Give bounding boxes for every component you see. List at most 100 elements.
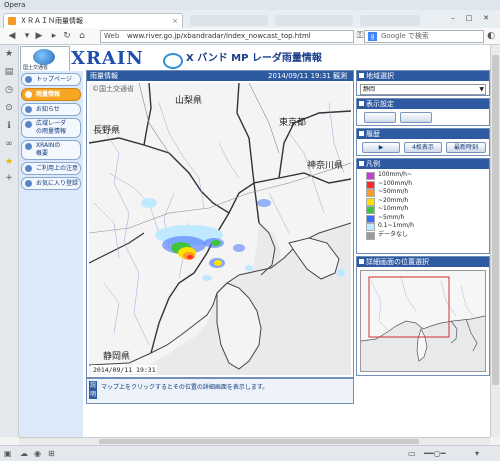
view-icon[interactable]: ⊞ <box>48 449 55 458</box>
browser-side-panel: ★ ▤ ◷ ⊙ ℹ ∞ ★ + <box>0 45 19 437</box>
menu-label: トップページ <box>36 76 72 83</box>
note-tag: 説明 <box>89 381 97 399</box>
notes-icon[interactable]: ▤ <box>4 67 14 77</box>
tab-title: ＸＲＡＩＮ雨量情報 <box>20 17 83 25</box>
menu-label: お気に入り登録 <box>36 180 79 187</box>
menu-wide-radar[interactable]: 広域レーダ の雨量情報 <box>21 118 81 138</box>
menu-bullet-icon <box>25 180 32 187</box>
close-icon[interactable]: ✕ <box>479 13 493 23</box>
add-panel-icon[interactable]: + <box>4 173 14 183</box>
region-panel: 地域選択 静岡 ▼ <box>356 70 490 96</box>
xrain-swirl-icon <box>163 53 183 69</box>
home-icon[interactable]: ⌂ <box>76 30 88 42</box>
menu-xrain-overview[interactable]: XRAINの 概要 <box>21 140 81 160</box>
vertical-scroll-thumb[interactable] <box>492 55 499 385</box>
navigation-bar: ◀ ▾ ▶ ▸ ↻ ⌂ Web www.river.go.jp/xbandrad… <box>0 28 500 45</box>
map-timestamp: 2014/09/11 19:31 <box>93 366 156 374</box>
legend-label: 0.1~1mm/h <box>378 222 414 229</box>
zoom-slider[interactable]: ━━○━ <box>424 449 445 458</box>
display-settings-title: 表示設定 <box>357 99 489 109</box>
address-web-label: Web <box>104 32 120 40</box>
maximize-icon[interactable]: □ <box>462 13 476 23</box>
fast-forward-icon[interactable]: ▸ <box>48 30 60 42</box>
cloud-icon[interactable]: ☁ <box>20 449 28 458</box>
legend-label: ~100mm/h <box>378 179 412 187</box>
rainfall-map-panel: 雨量情報 2014/09/11 19:31 観測 山梨県 長野県 東京都 神奈川… <box>86 70 354 378</box>
menu-bullet-icon <box>25 121 32 128</box>
menu-usage-notes[interactable]: ご利用上の注意 <box>21 162 81 175</box>
legend-item: ~100mm/h <box>360 180 486 189</box>
menu-label: 雨量情報 <box>36 91 61 98</box>
back-icon[interactable]: ◀ <box>6 30 18 42</box>
search-field[interactable]: g Google で検索 <box>364 30 484 43</box>
turbo-icon[interactable]: ◉ <box>34 449 41 458</box>
left-menu: トップページ 雨量情報 お知らせ 広域レーダ の雨量情報 XRAINの 概要 ご… <box>21 73 81 192</box>
menu-bullet-icon <box>25 91 32 98</box>
menu-bullet-icon <box>25 106 32 113</box>
menu-bullet-icon <box>25 143 32 150</box>
reload-icon[interactable]: ↻ <box>61 30 73 42</box>
tab-blurred[interactable] <box>360 15 420 26</box>
legend-item: ~50mm/h <box>360 188 486 197</box>
latest-time-button[interactable]: 最新時刻 <box>446 142 486 153</box>
panel-toggle-icon[interactable]: ▣ <box>4 449 12 458</box>
speed-dial-icon[interactable]: ★ <box>4 157 14 167</box>
page-view-icon[interactable]: ▭ <box>408 449 416 458</box>
horizontal-scroll-thumb[interactable] <box>99 439 419 444</box>
legend-title: 凡例 <box>357 159 489 169</box>
site-title-main: XRAIN <box>71 48 144 69</box>
tab-blurred[interactable] <box>275 15 353 26</box>
legend-item: ~10mm/h <box>360 205 486 214</box>
opera-menu-icon[interactable]: ◐ <box>485 30 497 42</box>
star-icon[interactable]: ★ <box>4 49 14 59</box>
display-option-button[interactable] <box>400 112 432 123</box>
map-label-shizuoka: 静岡県 <box>103 350 130 362</box>
map-label-yamanashi: 山梨県 <box>175 94 202 106</box>
zoom-menu-icon[interactable]: ▾ <box>475 449 479 458</box>
tab-close-icon[interactable]: × <box>172 14 178 29</box>
site-title-sub: X バンド MP レーダ雨量情報 <box>186 53 322 64</box>
tab-blurred[interactable] <box>190 15 268 26</box>
search-placeholder: Google で検索 <box>381 32 429 40</box>
display-option-button[interactable] <box>364 112 396 123</box>
overview-minimap[interactable] <box>360 270 486 372</box>
google-icon: g <box>368 32 377 41</box>
info-icon[interactable]: ℹ <box>4 121 14 131</box>
region-selected-value: 静岡 <box>363 86 376 93</box>
link-icon[interactable]: ∞ <box>4 139 14 149</box>
display-buttons <box>360 112 486 123</box>
legend-panel: 凡例 100mm/h~ ~100mm/h ~50mm/h ~20mm/h ~10mm/h… <box>356 158 490 254</box>
menu-rainfall-info[interactable]: 雨量情報 <box>21 88 81 101</box>
history-panel-title: 履歴 <box>357 129 489 139</box>
mlit-logo[interactable]: 国土交通省 <box>20 46 70 72</box>
region-select[interactable]: 静岡 ▼ <box>360 84 486 95</box>
menu-notices[interactable]: お知らせ <box>21 103 81 116</box>
dropdown-icon[interactable]: ▾ <box>21 30 33 42</box>
map-panel-header: 雨量情報 2014/09/11 19:31 観測 <box>87 71 353 81</box>
menu-bullet-icon <box>25 76 32 83</box>
forward-icon[interactable]: ▶ <box>33 30 45 42</box>
legend-label: ~5mm/h <box>378 213 405 221</box>
favicon-icon <box>8 17 16 25</box>
history-icon[interactable]: ◷ <box>4 85 14 95</box>
legend-label: ~10mm/h <box>378 205 409 212</box>
tab-xrain[interactable]: ＸＲＡＩＮ雨量情報 × <box>3 13 183 29</box>
menu-label: XRAINの 概要 <box>36 142 61 157</box>
menu-favorites[interactable]: お気に入り登録 <box>21 177 81 190</box>
downloads-icon[interactable]: ⊙ <box>4 103 14 113</box>
detail-position-title: 詳細画面の位置選択 <box>357 257 489 267</box>
play-button[interactable]: ▶ <box>362 142 400 153</box>
detail-position-panel: 詳細画面の位置選択 <box>356 256 490 376</box>
rainfall-map[interactable]: 山梨県 長野県 東京都 神奈川県 静岡県 ©国土交通省 2014/09/11 1… <box>89 83 351 375</box>
legend-swatch <box>366 231 375 240</box>
vertical-scrollbar[interactable] <box>490 45 500 437</box>
address-url[interactable]: www.river.go.jp/xbandradar/index_nowcast… <box>127 31 311 42</box>
four-image-button[interactable]: 4枚表示 <box>404 142 442 153</box>
menu-bullet-icon <box>25 165 32 172</box>
history-buttons: ▶ 4枚表示 最新時刻 <box>360 142 486 153</box>
address-bar[interactable]: Web www.river.go.jp/xbandradar/index_now… <box>100 30 354 43</box>
menu-label: 広域レーダ の雨量情報 <box>36 120 67 135</box>
minimize-icon[interactable]: – <box>446 13 460 23</box>
menu-top-page[interactable]: トップページ <box>21 73 81 86</box>
map-copyright: ©国土交通省 <box>92 84 134 93</box>
